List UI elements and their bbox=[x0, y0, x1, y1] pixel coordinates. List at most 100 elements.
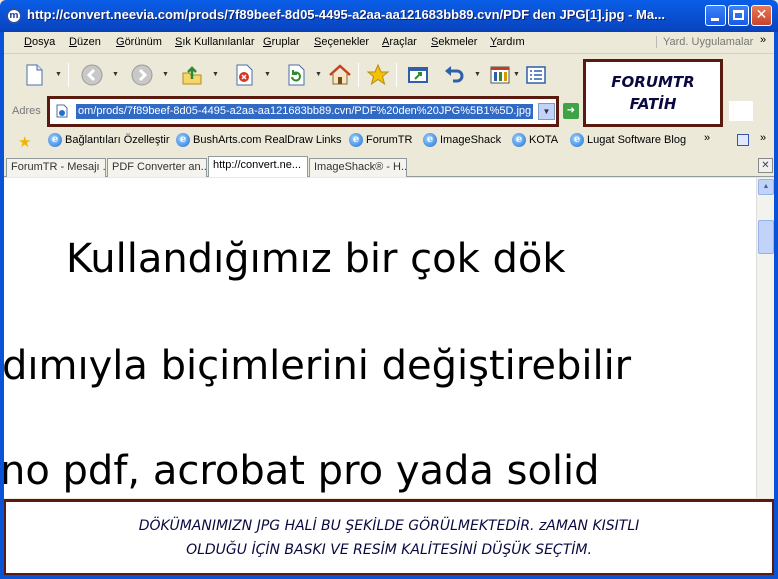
tab-close-button[interactable]: ✕ bbox=[758, 158, 773, 173]
forumtr-callout: FORUMTR FATİH bbox=[583, 59, 723, 127]
new-page-button[interactable] bbox=[20, 61, 48, 89]
go-arrow-icon: ➜ bbox=[566, 105, 576, 116]
link-busharts[interactable]: e BushArts.com RealDraw Links bbox=[176, 133, 342, 147]
vertical-scrollbar[interactable]: ▲ bbox=[756, 178, 774, 498]
list-icon bbox=[526, 66, 546, 84]
links-star-button[interactable]: ★ bbox=[18, 133, 31, 151]
caption-line: OLDUĞU İÇİN BASKI VE RESİM KALİTESİNİ DÜ… bbox=[186, 542, 592, 558]
maximize-icon bbox=[733, 10, 744, 20]
link-baglantilari-ozellestir[interactable]: e Bağlantıları Özelleştir bbox=[48, 133, 170, 147]
browser-app-icon[interactable]: m bbox=[6, 8, 22, 24]
ie-page-icon: e bbox=[512, 133, 526, 147]
links-chevron-right[interactable]: » bbox=[760, 132, 766, 144]
refresh-dropdown[interactable]: ▼ bbox=[315, 71, 322, 78]
address-input[interactable]: om/prods/7f89beef-8d05-4495-a2aa-aa12168… bbox=[47, 96, 559, 127]
address-label: Adres bbox=[12, 105, 41, 117]
close-icon: ✕ bbox=[761, 160, 770, 171]
new-page-icon bbox=[26, 64, 43, 86]
menu-bar: Dosya Düzen Görünüm Sık Kullanılanlar Gr… bbox=[4, 32, 774, 54]
star-icon: ★ bbox=[18, 134, 32, 151]
menu-araclar[interactable]: Araçlar bbox=[382, 36, 417, 48]
tab-bar: ForumTR - Mesajı ... PDF Converter an...… bbox=[4, 155, 774, 177]
back-icon bbox=[81, 64, 103, 86]
refresh-button[interactable] bbox=[282, 61, 310, 89]
link-label: ImageShack bbox=[440, 134, 502, 146]
document-line: dımıyla biçimlerini değiştirebilir bbox=[4, 343, 632, 389]
document-line: no pdf, acrobat pro yada solid bbox=[4, 448, 600, 494]
menu-sik-kullanilanlar[interactable]: Sık Kullanılanlar bbox=[175, 36, 255, 48]
menu-duzen[interactable]: Düzen bbox=[69, 36, 101, 48]
links-bar: ★ e Bağlantıları Özelleştir e BushArts.com… bbox=[4, 128, 774, 152]
undo-dropdown[interactable]: ▼ bbox=[474, 71, 481, 78]
tab-imageshack[interactable]: ImageShack® - H... bbox=[309, 158, 407, 177]
address-url[interactable]: om/prods/7f89beef-8d05-4495-a2aa-aa12168… bbox=[76, 104, 534, 119]
close-icon: ✕ bbox=[755, 7, 768, 23]
up-icon bbox=[182, 66, 202, 85]
forward-button[interactable] bbox=[128, 61, 156, 89]
title-bar[interactable]: m http://convert.neevia.com/prods/7f89be… bbox=[0, 0, 778, 32]
link-label: BushArts.com RealDraw Links bbox=[193, 134, 342, 146]
ie-page-icon: e bbox=[48, 133, 62, 147]
stop-button[interactable] bbox=[230, 61, 258, 89]
minimize-button[interactable] bbox=[705, 5, 726, 26]
home-icon bbox=[329, 64, 351, 85]
maximize-button[interactable] bbox=[728, 5, 749, 26]
scroll-up-button[interactable]: ▲ bbox=[758, 179, 774, 195]
menu-dosya[interactable]: Dosya bbox=[24, 36, 55, 48]
address-dropdown-icon[interactable]: ▼ bbox=[538, 103, 555, 120]
link-label: ForumTR bbox=[366, 134, 413, 146]
fullscreen-button[interactable] bbox=[404, 61, 432, 89]
fullscreen-icon bbox=[408, 67, 428, 83]
forward-icon bbox=[131, 64, 153, 86]
menu-gorunum[interactable]: Görünüm bbox=[116, 36, 162, 48]
caption-line: DÖKÜMANIMIZN JPG HALİ BU ŞEKİLDE GÖRÜLME… bbox=[138, 518, 640, 534]
list-button[interactable] bbox=[522, 61, 550, 89]
tools-button[interactable] bbox=[486, 61, 514, 89]
new-page-dropdown[interactable]: ▼ bbox=[55, 71, 62, 78]
menu-chevron[interactable]: » bbox=[760, 34, 766, 46]
scroll-thumb[interactable] bbox=[758, 220, 774, 254]
ie-page-icon: e bbox=[423, 133, 437, 147]
window-frame-right bbox=[774, 32, 778, 579]
refresh-icon bbox=[288, 64, 305, 86]
ie-page-icon: e bbox=[349, 133, 363, 147]
close-button[interactable]: ✕ bbox=[751, 5, 772, 26]
menu-secenekler[interactable]: Seçenekler bbox=[314, 36, 369, 48]
go-button[interactable]: ➜ bbox=[563, 103, 579, 119]
tools-icon bbox=[490, 66, 510, 84]
page-icon bbox=[56, 104, 68, 118]
links-extra-icon[interactable] bbox=[737, 134, 749, 146]
favorites-icon bbox=[366, 63, 390, 86]
menu-sekmeler[interactable]: Sekmeler bbox=[431, 36, 477, 48]
ie-page-icon: e bbox=[176, 133, 190, 147]
links-chevron[interactable]: » bbox=[704, 132, 710, 144]
stop-dropdown[interactable]: ▼ bbox=[264, 71, 271, 78]
up-dropdown[interactable]: ▼ bbox=[212, 71, 219, 78]
menu-gruplar[interactable]: Gruplar bbox=[263, 36, 300, 48]
back-dropdown[interactable]: ▼ bbox=[112, 71, 119, 78]
callout-line: FORUMTR bbox=[611, 73, 695, 91]
home-button[interactable] bbox=[326, 61, 354, 89]
back-button[interactable] bbox=[78, 61, 106, 89]
forward-dropdown[interactable]: ▼ bbox=[162, 71, 169, 78]
tools-dropdown[interactable]: ▼ bbox=[513, 71, 520, 78]
up-button[interactable] bbox=[178, 61, 206, 89]
link-kota[interactable]: e KOTA bbox=[512, 133, 558, 147]
link-forumtr[interactable]: e ForumTR bbox=[349, 133, 412, 147]
link-lugat[interactable]: e Lugat Software Blog bbox=[570, 133, 686, 147]
callout-line: FATİH bbox=[629, 95, 677, 113]
menu-yardim[interactable]: Yardım bbox=[490, 36, 525, 48]
search-input[interactable] bbox=[729, 101, 753, 121]
favorites-button[interactable] bbox=[364, 61, 392, 89]
stop-icon bbox=[236, 64, 253, 86]
addon-label[interactable]: Yard. Uygulamalar bbox=[656, 36, 753, 48]
undo-button[interactable] bbox=[440, 61, 468, 89]
tab-convert-active[interactable]: http://convert.ne... bbox=[208, 156, 308, 177]
window-frame-left bbox=[0, 32, 4, 579]
window-title: http://convert.neevia.com/prods/7f89beef… bbox=[27, 7, 665, 22]
tab-pdf-converter[interactable]: PDF Converter an... bbox=[107, 158, 207, 177]
tab-forumtr[interactable]: ForumTR - Mesajı ... bbox=[6, 158, 106, 177]
document-view: Kullandığımız bir çok dök dımıyla biçiml… bbox=[4, 178, 756, 498]
link-imageshack[interactable]: e ImageShack bbox=[423, 133, 501, 147]
minimize-icon bbox=[711, 18, 719, 21]
